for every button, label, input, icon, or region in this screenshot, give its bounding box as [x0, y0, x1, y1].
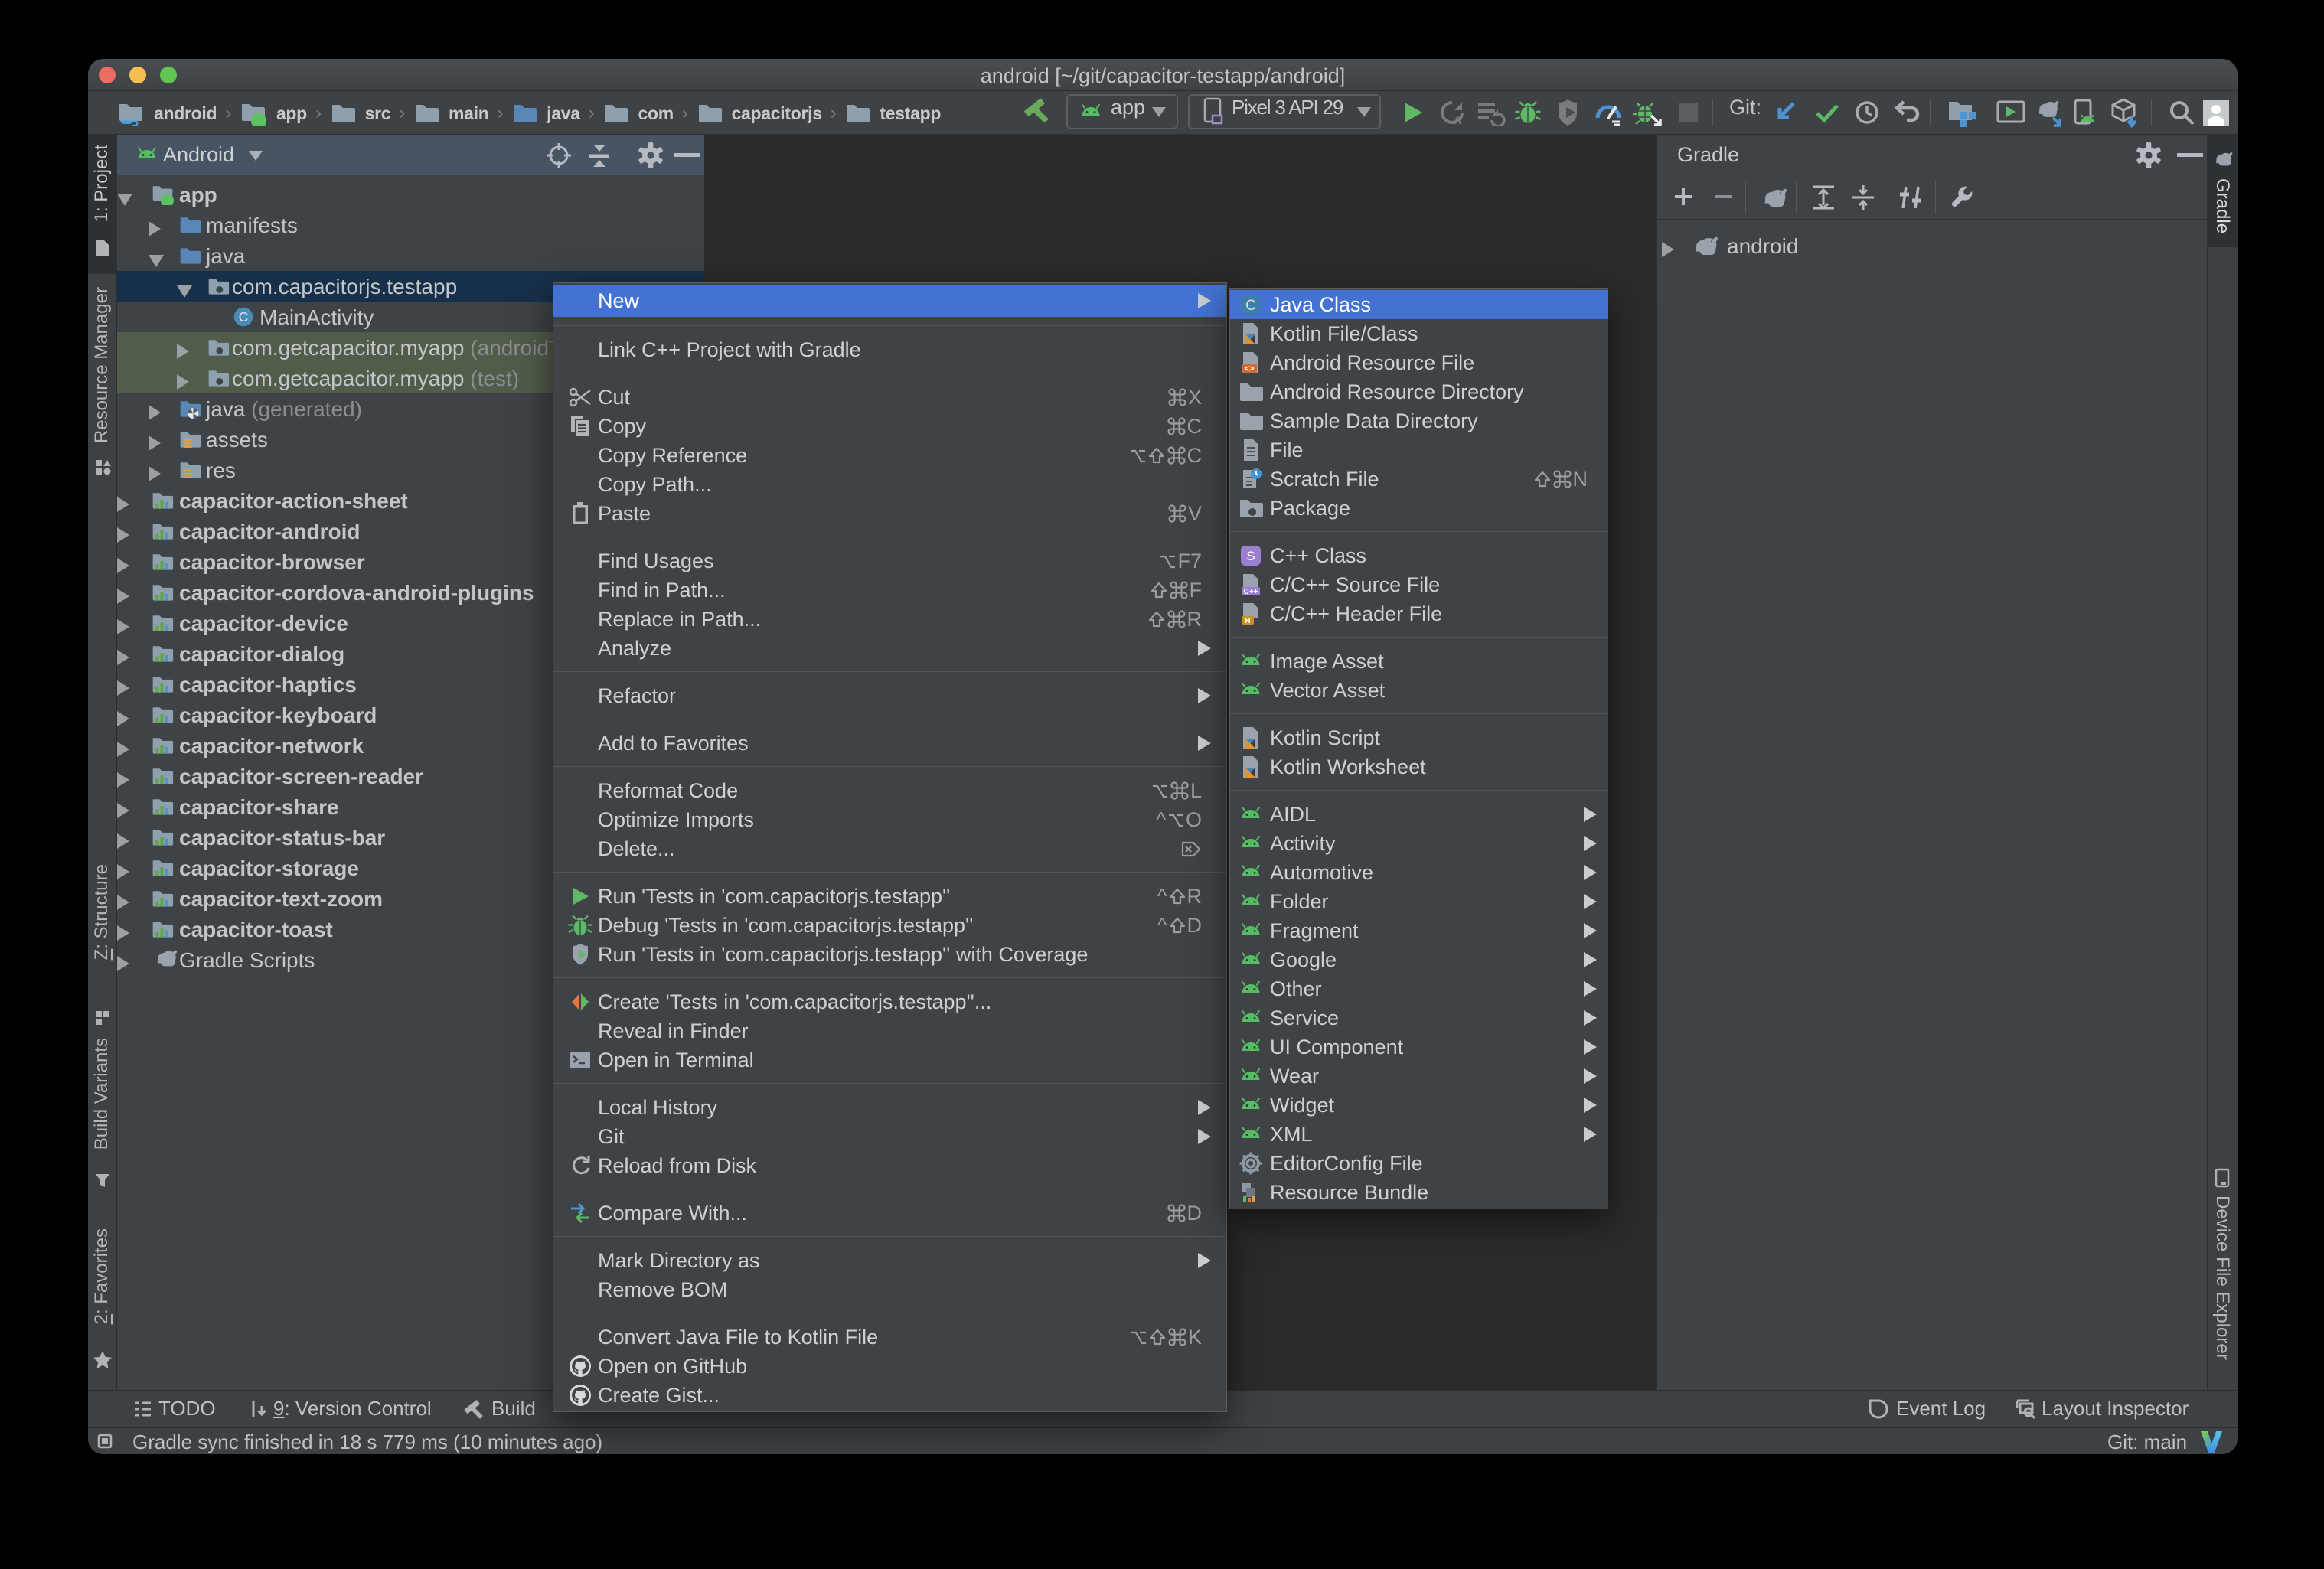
svg-text:S: S	[1246, 549, 1255, 563]
svg-text:<>: <>	[1245, 364, 1255, 373]
svg-text:C++: C++	[1244, 588, 1258, 596]
svg-text:C: C	[239, 309, 249, 325]
svg-text:C: C	[1245, 298, 1256, 314]
svg-text:H: H	[1245, 617, 1250, 625]
svg-text:A: A	[1454, 114, 1461, 126]
